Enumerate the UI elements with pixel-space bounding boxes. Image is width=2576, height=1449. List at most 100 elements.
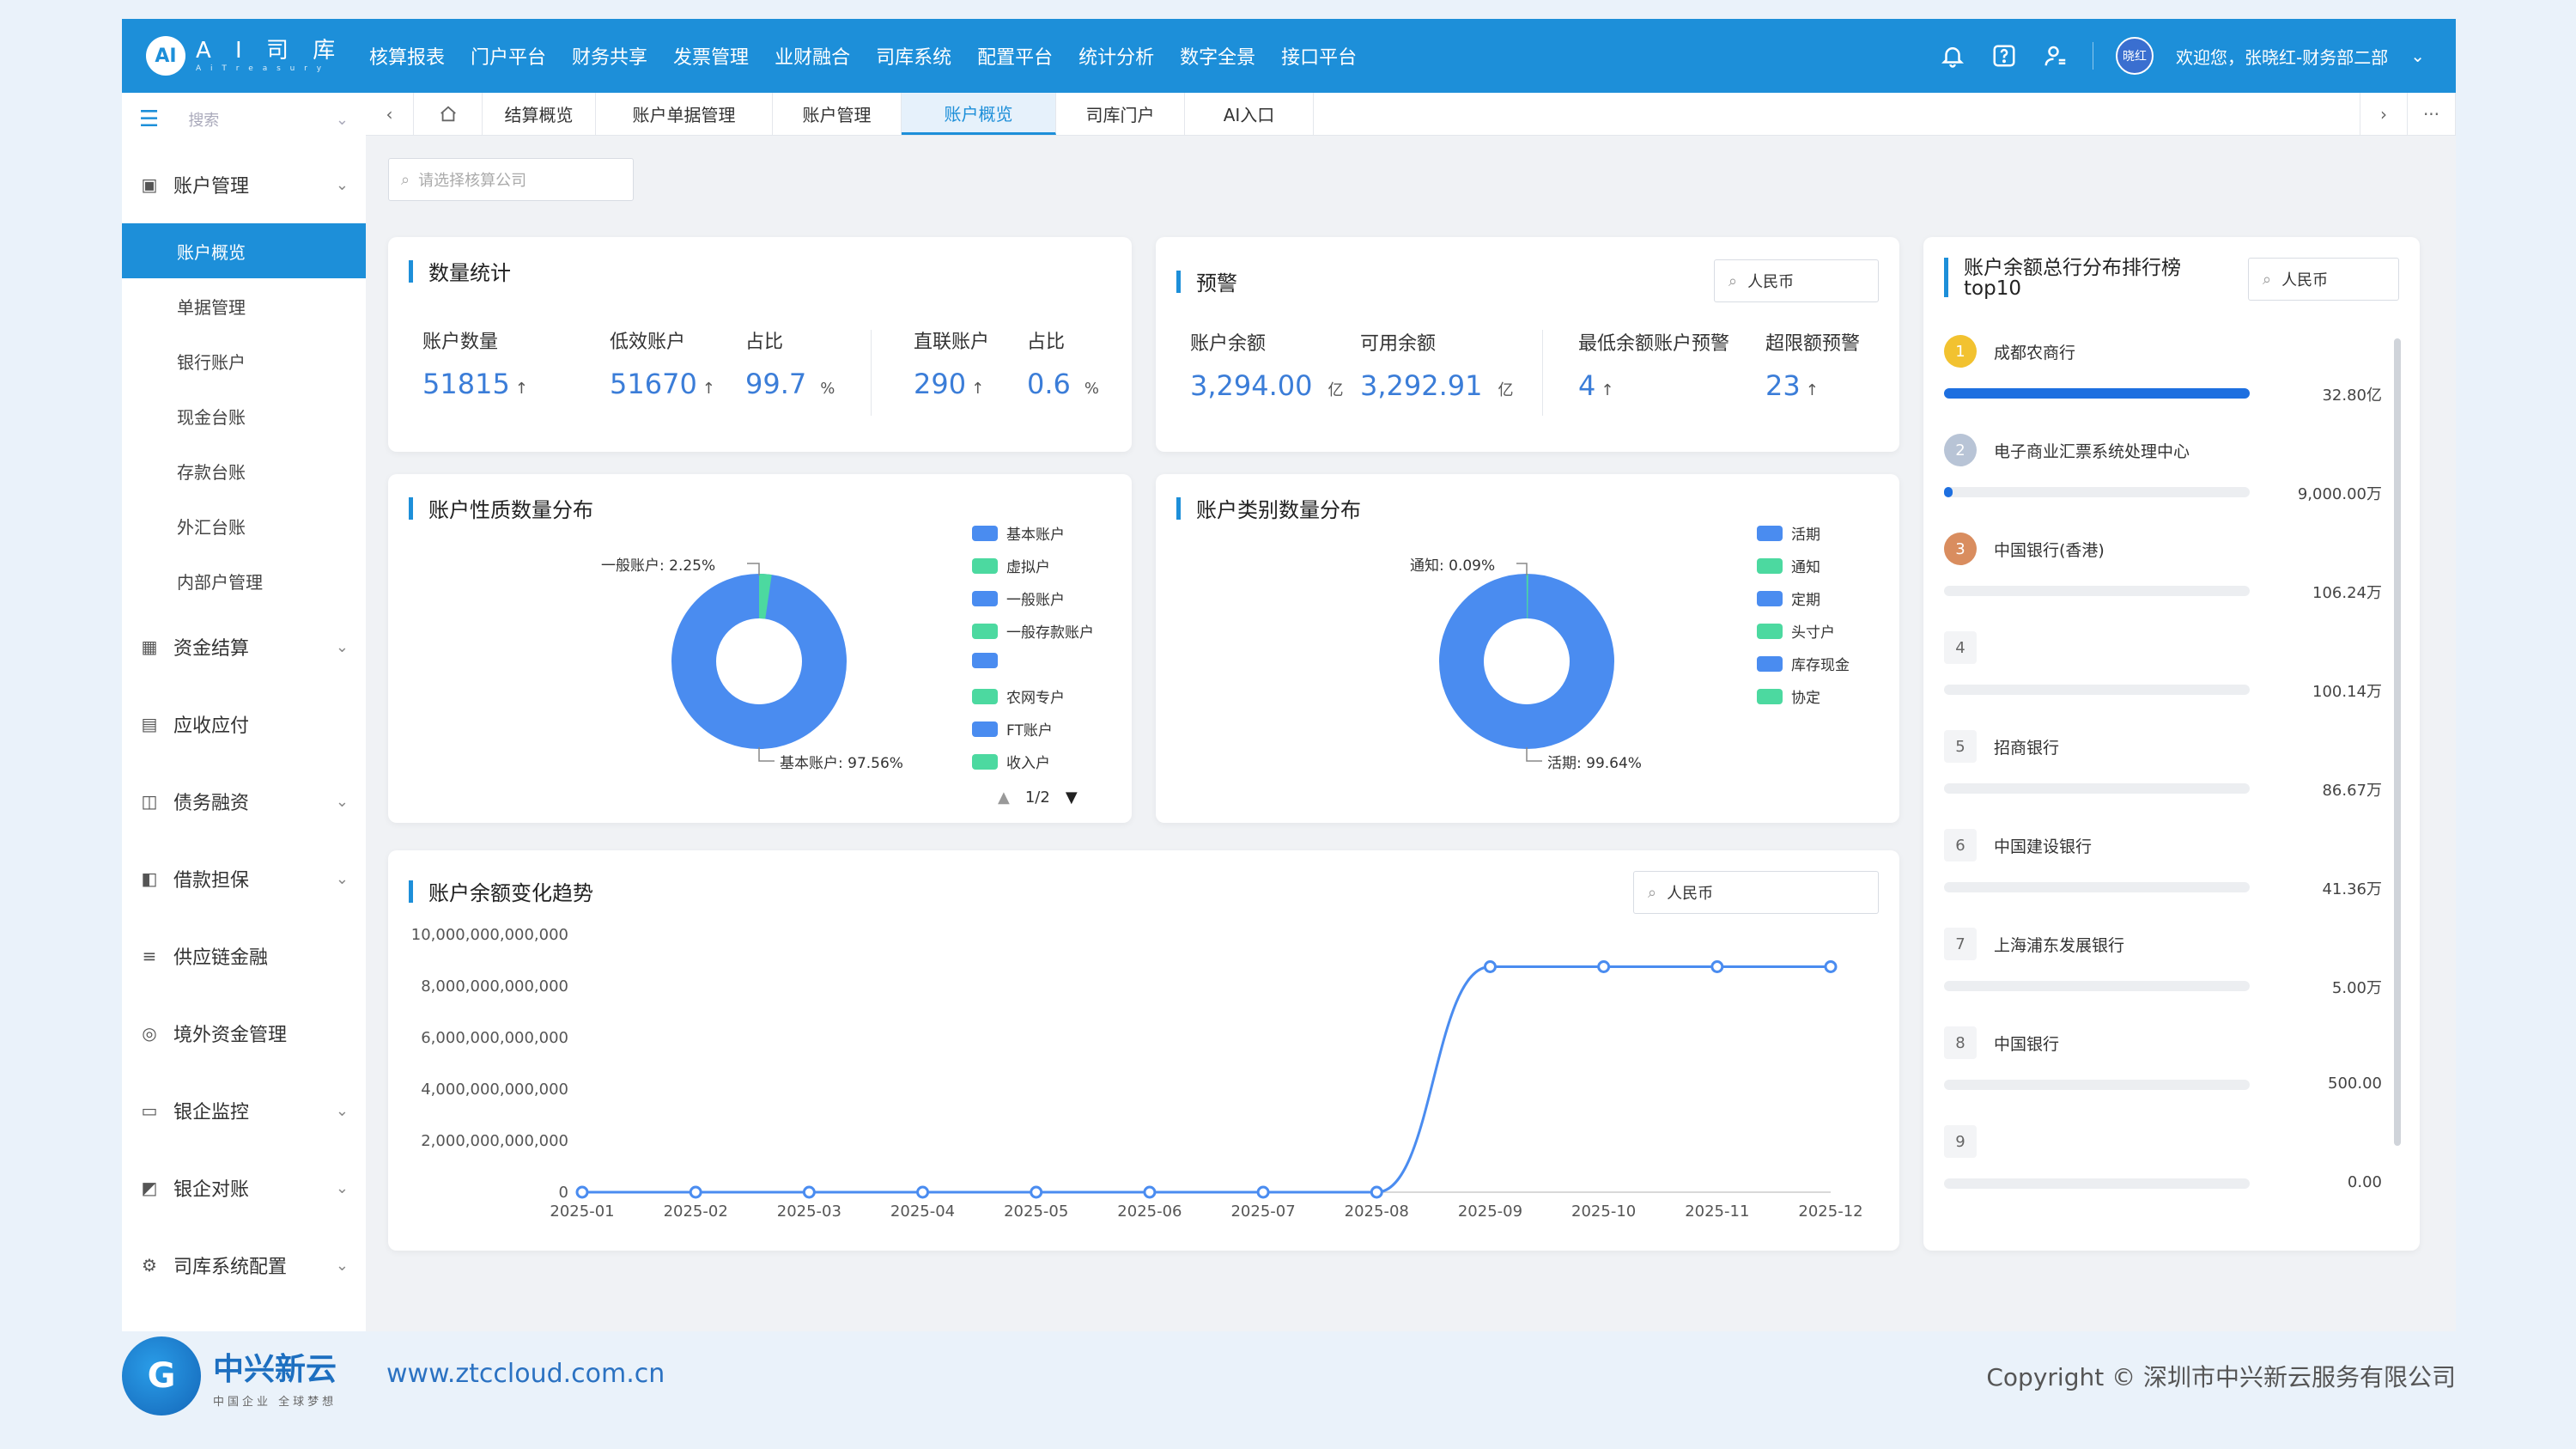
sidebar-subitem[interactable]: 账户概览	[122, 223, 366, 278]
data-point[interactable]	[1824, 960, 1838, 973]
sidebar-group[interactable]: ▭ 银企监控 ⌄	[122, 1072, 366, 1149]
data-point[interactable]	[802, 1185, 816, 1199]
tab[interactable]: 账户概览	[902, 93, 1056, 135]
legend-item[interactable]: 库存现金	[1757, 653, 1850, 674]
currency-select[interactable]: ⌕ 人民币	[2248, 258, 2399, 301]
sidebar-search-input[interactable]: 搜索	[188, 108, 219, 131]
user-settings-icon[interactable]	[2041, 41, 2070, 70]
currency-select[interactable]: ⌕ 人民币	[1714, 259, 1879, 302]
chevron-down-icon[interactable]: ⌄	[336, 1179, 349, 1197]
legend-item[interactable]: 通知	[1757, 555, 1820, 576]
legend-item[interactable]	[972, 653, 1006, 668]
ranking-card: 账户余额总行分布排行榜 top10 ⌕ 人民币 1 成都农商行 32.80亿 2 电子商业…	[1923, 237, 2420, 1251]
data-point[interactable]	[916, 1185, 930, 1199]
avatar[interactable]: 晓红	[2116, 37, 2154, 75]
pager-prev-icon[interactable]: ▲	[998, 788, 1010, 807]
account-count-value[interactable]: 51815 ↑	[422, 368, 528, 400]
sidebar-group[interactable]: ◩ 银企对账 ⌄	[122, 1149, 366, 1227]
tab[interactable]: 结算概览	[483, 93, 596, 135]
chevron-down-icon[interactable]: ⌄	[336, 176, 349, 194]
legend-item[interactable]: 定期	[1757, 588, 1820, 609]
tab[interactable]: AI入口	[1185, 93, 1314, 135]
company-select[interactable]: ⌕ 请选择核算公司	[388, 158, 634, 201]
chevron-down-icon[interactable]: ⌄	[336, 638, 349, 656]
chevron-down-icon[interactable]: ⌄	[336, 870, 349, 888]
sidebar-subitem[interactable]: 内部户管理	[122, 553, 366, 608]
data-point[interactable]	[575, 1185, 589, 1199]
tab[interactable]: 司库门户	[1056, 93, 1185, 135]
legend-item[interactable]: 收入户	[972, 751, 1050, 772]
top-nav-item[interactable]: 数字全景	[1180, 42, 1255, 70]
invalid-account-value[interactable]: 51670 ↑	[610, 368, 715, 400]
chevron-down-icon[interactable]: ⌄	[336, 1257, 349, 1275]
legend-item[interactable]: 虚拟户	[972, 555, 1050, 576]
pager-next-icon[interactable]: ▼	[1066, 788, 1078, 807]
sidebar-subitem[interactable]: 现金台账	[122, 388, 366, 443]
legend-item[interactable]: 头寸户	[1757, 620, 1835, 642]
sidebar-group[interactable]: ≡ 供应链金融	[122, 917, 366, 995]
sidebar-subitem[interactable]: 银行账户	[122, 333, 366, 388]
top-nav-item[interactable]: 接口平台	[1281, 42, 1357, 70]
min-balance-warning-value[interactable]: 4 ↑	[1578, 369, 1613, 402]
tab[interactable]: 账户管理	[773, 93, 902, 135]
legend-item[interactable]: 活期	[1757, 522, 1820, 544]
sidebar-subitem[interactable]: 单据管理	[122, 278, 366, 333]
chevron-down-icon[interactable]: ⌄	[2410, 46, 2425, 66]
top-nav-item[interactable]: 统计分析	[1078, 42, 1154, 70]
legend-item[interactable]: 协定	[1757, 685, 1820, 707]
settlement-icon: ▦	[141, 636, 158, 657]
sidebar-group[interactable]: ▤ 应收应付	[122, 685, 366, 763]
chevron-down-icon[interactable]: ⌄	[336, 1102, 349, 1120]
chevron-down-icon[interactable]: ⌄	[336, 111, 349, 129]
top-nav-item[interactable]: 司库系统	[876, 42, 951, 70]
chevron-down-icon[interactable]: ⌄	[336, 793, 349, 811]
legend-item[interactable]: 一般存款账户	[972, 620, 1094, 642]
legend-item[interactable]: 农网专户	[972, 685, 1065, 707]
help-icon[interactable]	[1990, 41, 2019, 70]
tab[interactable]: 账户单据管理	[596, 93, 773, 135]
donut-slice-general[interactable]	[758, 574, 772, 619]
data-point[interactable]	[1143, 1185, 1157, 1199]
brand[interactable]: AI A I 司 库 A i T r e a s u r y	[122, 36, 369, 76]
sidebar-group[interactable]: ◫ 债务融资 ⌄	[122, 763, 366, 840]
data-point[interactable]	[1483, 960, 1497, 973]
footer-url[interactable]: www.ztccloud.com.cn	[386, 1359, 665, 1389]
data-point[interactable]	[1030, 1185, 1043, 1199]
top-nav-item[interactable]: 财务共享	[572, 42, 647, 70]
tab-scroll-right-icon[interactable]: ›	[2360, 93, 2408, 135]
sidebar-group[interactable]: ▦ 资金结算 ⌄	[122, 608, 366, 685]
donut-slice-basic[interactable]	[671, 574, 847, 749]
data-point[interactable]	[1597, 960, 1611, 973]
direct-account-value[interactable]: 290 ↑	[914, 368, 984, 400]
menu-icon[interactable]: ☰	[139, 107, 159, 132]
sidebar-group[interactable]: ⚙ 司库系统配置 ⌄	[122, 1227, 366, 1304]
data-point[interactable]	[689, 1185, 702, 1199]
welcome-text[interactable]: 欢迎您，张晓红-财务部二部	[2176, 44, 2388, 69]
trend-card: 账户余额变化趋势 ⌕ 人民币 10,000,000,000,000 8,000,00…	[388, 850, 1899, 1251]
over-limit-warning-value[interactable]: 23 ↑	[1765, 369, 1819, 402]
donut-slice-demand[interactable]	[1439, 574, 1614, 749]
top-nav-item[interactable]: 业财融合	[775, 42, 850, 70]
sidebar-group[interactable]: ▣ 账户管理 ⌄	[122, 146, 366, 223]
top-nav-item[interactable]: 门户平台	[471, 42, 546, 70]
data-point[interactable]	[1370, 1185, 1383, 1199]
bell-icon[interactable]	[1938, 41, 1967, 70]
top-nav-item[interactable]: 配置平台	[977, 42, 1053, 70]
ranking-scrollbar[interactable]	[2394, 338, 2401, 1146]
sidebar-search[interactable]: ☰ 搜索 ⌄	[122, 93, 366, 146]
data-point[interactable]	[1710, 960, 1724, 973]
sidebar-subitem[interactable]: 存款台账	[122, 443, 366, 498]
data-point[interactable]	[1256, 1185, 1270, 1199]
legend-item[interactable]: 基本账户	[972, 522, 1065, 544]
sidebar-subitem[interactable]: 外汇台账	[122, 498, 366, 553]
top-nav-item[interactable]: 发票管理	[673, 42, 749, 70]
more-icon[interactable]: ···	[2408, 93, 2456, 135]
x-tick-label: 2025-08	[1345, 1202, 1409, 1221]
tab-scroll-left-icon[interactable]: ‹	[366, 93, 414, 135]
sidebar-group[interactable]: ◎ 境外资金管理	[122, 995, 366, 1072]
legend-item[interactable]: 一般账户	[972, 588, 1065, 609]
home-icon[interactable]	[414, 93, 483, 135]
legend-item[interactable]: FT账户	[972, 718, 1053, 740]
sidebar-group[interactable]: ◧ 借款担保 ⌄	[122, 840, 366, 917]
top-nav-item[interactable]: 核算报表	[369, 42, 445, 70]
